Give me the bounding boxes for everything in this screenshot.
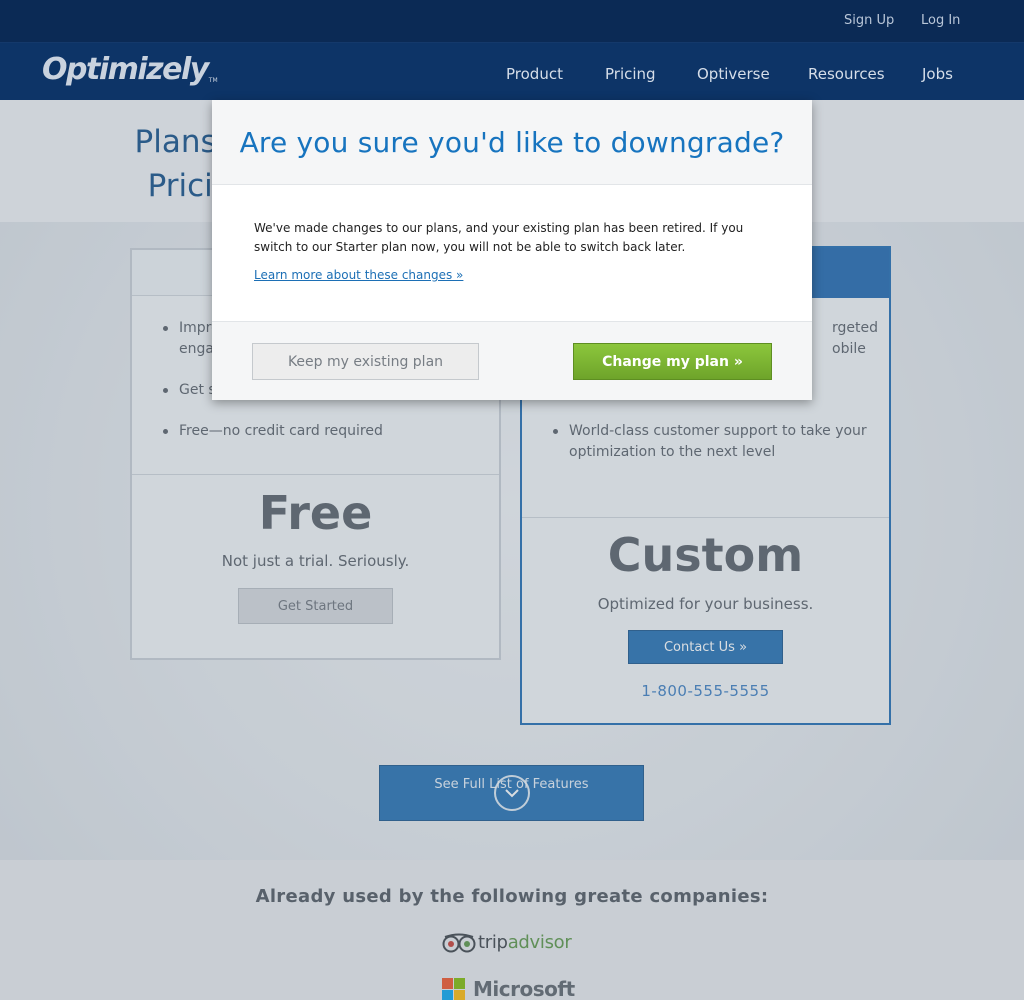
nav-item-pricing[interactable]: Pricing <box>605 65 656 83</box>
top-utility-bar: Sign Up Log In <box>0 0 1024 43</box>
nav-item-jobs[interactable]: Jobs <box>922 65 953 83</box>
sign-up-link[interactable]: Sign Up <box>844 13 894 28</box>
nav-item-resources[interactable]: Resources <box>808 65 885 83</box>
logo-trademark: TM <box>208 76 218 84</box>
learn-more-link[interactable]: Learn more about these changes » <box>254 268 463 282</box>
nav-item-product[interactable]: Product <box>506 65 563 83</box>
dialog-body: We've made changes to our plans, and you… <box>212 185 812 322</box>
dialog-header: Are you sure you'd like to downgrade? <box>212 100 812 185</box>
keep-plan-button[interactable]: Keep my existing plan <box>252 343 479 380</box>
logo-text: Optimizely <box>42 51 209 87</box>
dialog-message: We've made changes to our plans, and you… <box>254 221 744 254</box>
dialog-title: Are you sure you'd like to downgrade? <box>239 125 785 159</box>
optimizely-logo[interactable]: Optimizely TM <box>42 49 218 89</box>
log-in-link[interactable]: Log In <box>921 13 960 28</box>
nav-item-optiverse[interactable]: Optiverse <box>697 65 770 83</box>
dialog-footer: Keep my existing plan Change my plan » <box>212 322 812 400</box>
downgrade-confirm-dialog: Are you sure you'd like to downgrade? We… <box>212 100 812 400</box>
change-plan-button[interactable]: Change my plan » <box>573 343 772 380</box>
main-navigation: Optimizely TM Product Pricing Optiverse … <box>0 43 1024 100</box>
